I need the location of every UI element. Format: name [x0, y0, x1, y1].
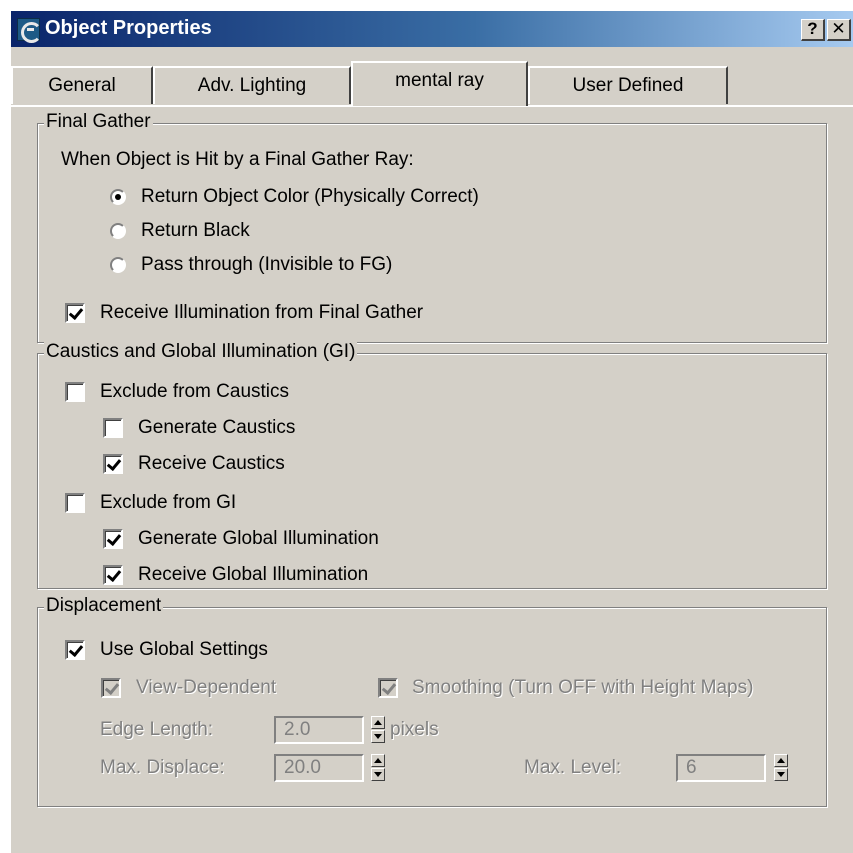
close-button[interactable]: ✕	[827, 19, 851, 41]
window-title: Object Properties	[45, 17, 212, 39]
spinner-up-icon[interactable]	[371, 754, 385, 767]
caustics-gi-legend: Caustics and Global Illumination (GI)	[44, 340, 358, 364]
spinner-up-icon[interactable]	[371, 716, 385, 729]
generate-gi-checkbox[interactable]	[103, 529, 123, 549]
max-displace-label: Max. Displace:	[100, 757, 225, 778]
spinner-down-icon[interactable]	[371, 730, 385, 743]
max-level-spinner[interactable]	[774, 754, 788, 782]
edge-length-unit: pixels	[390, 719, 439, 740]
radio-pass-through[interactable]	[110, 257, 126, 273]
option-pass-through-label[interactable]: Pass through (Invisible to FG)	[141, 253, 392, 277]
tab-mental-ray[interactable]: mental ray	[351, 61, 528, 106]
view-dependent-checkbox[interactable]	[101, 678, 121, 698]
tab-bar: General Adv. Lighting mental ray User De…	[11, 51, 853, 113]
title-bar[interactable]: Object Properties ? ✕	[11, 11, 853, 47]
exclude-caustics-label[interactable]: Exclude from Caustics	[100, 380, 289, 404]
max-level-input[interactable]: 6	[676, 754, 766, 782]
option-return-black-label[interactable]: Return Black	[141, 219, 250, 243]
max-displace-spinner[interactable]	[371, 754, 385, 782]
radio-return-object-color[interactable]	[110, 189, 126, 205]
receive-fg-checkbox[interactable]	[65, 303, 85, 323]
max-displace-input[interactable]: 20.0	[274, 754, 364, 782]
use-global-settings-checkbox[interactable]	[65, 640, 85, 660]
generate-caustics-checkbox[interactable]	[103, 418, 123, 438]
generate-caustics-label[interactable]: Generate Caustics	[138, 416, 295, 440]
edge-length-spinner[interactable]	[371, 716, 385, 744]
app-icon	[17, 18, 42, 43]
exclude-gi-checkbox[interactable]	[65, 493, 85, 513]
receive-caustics-checkbox[interactable]	[103, 454, 123, 474]
spinner-down-icon[interactable]	[371, 768, 385, 781]
receive-caustics-label[interactable]: Receive Caustics	[138, 452, 285, 476]
tab-general[interactable]: General	[11, 66, 153, 104]
radio-return-black[interactable]	[110, 223, 126, 239]
final-gather-group: Final Gather When Object is Hit by a Fin…	[37, 110, 827, 343]
receive-fg-label[interactable]: Receive Illumination from Final Gather	[100, 301, 423, 325]
edge-length-label: Edge Length:	[100, 719, 214, 740]
tab-user-defined[interactable]: User Defined	[528, 66, 728, 104]
caustics-gi-group: Caustics and Global Illumination (GI) Ex…	[37, 340, 827, 589]
spinner-down-icon[interactable]	[774, 768, 788, 781]
max-level-label: Max. Level:	[524, 757, 622, 778]
use-global-settings-label[interactable]: Use Global Settings	[100, 638, 268, 662]
final-gather-prompt: When Object is Hit by a Final Gather Ray…	[61, 149, 414, 170]
smoothing-checkbox[interactable]	[378, 678, 398, 698]
exclude-caustics-checkbox[interactable]	[65, 382, 85, 402]
object-properties-window: Object Properties ? ✕ General Adv. Light…	[9, 9, 853, 853]
spinner-up-icon[interactable]	[774, 754, 788, 767]
receive-gi-label[interactable]: Receive Global Illumination	[138, 563, 368, 587]
edge-length-input[interactable]: 2.0	[274, 716, 364, 744]
view-dependent-label[interactable]: View-Dependent	[136, 676, 276, 700]
receive-gi-checkbox[interactable]	[103, 565, 123, 585]
smoothing-label[interactable]: Smoothing (Turn OFF with Height Maps)	[412, 676, 753, 700]
tab-adv-lighting[interactable]: Adv. Lighting	[153, 66, 351, 104]
option-return-object-color-label[interactable]: Return Object Color (Physically Correct)	[141, 185, 479, 209]
exclude-gi-label[interactable]: Exclude from GI	[100, 491, 236, 515]
help-button[interactable]: ?	[801, 19, 825, 41]
generate-gi-label[interactable]: Generate Global Illumination	[138, 527, 379, 551]
final-gather-legend: Final Gather	[44, 110, 153, 134]
displacement-legend: Displacement	[44, 594, 164, 618]
displacement-group: Displacement Use Global Settings View-De…	[37, 594, 827, 807]
